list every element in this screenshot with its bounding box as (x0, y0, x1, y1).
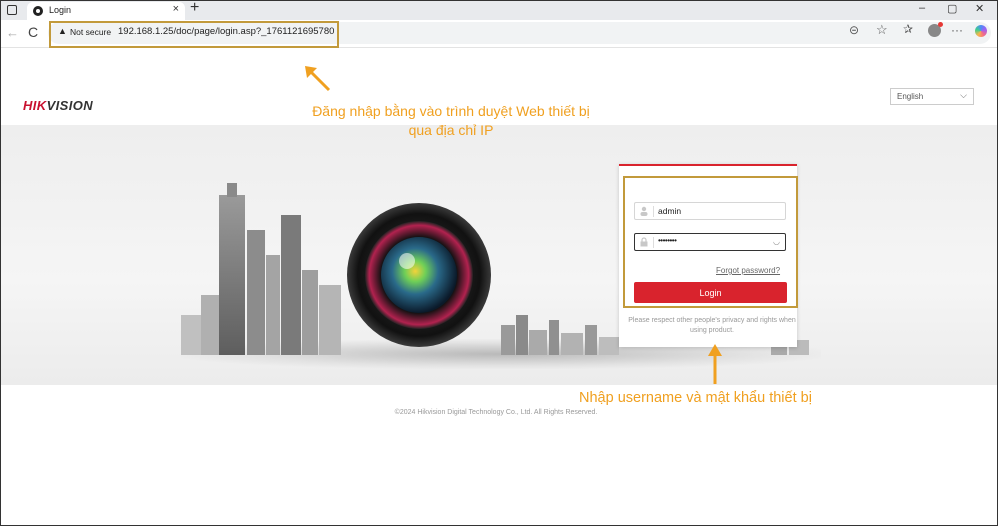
building (201, 295, 219, 355)
close-tab-icon[interactable]: × (173, 3, 179, 15)
chevron-down-icon: ⌵ (960, 90, 967, 100)
restore-button[interactable]: ▢ (947, 2, 957, 15)
annotation-top: Đăng nhập bằng vào trình duyệt Web thiết… (312, 103, 590, 138)
building (281, 215, 301, 355)
password-mask[interactable]: •••••••• (658, 236, 677, 245)
login-button[interactable]: Login (634, 282, 787, 303)
back-button[interactable]: ← (6, 25, 19, 40)
lens-glare (399, 253, 415, 269)
field-separator (653, 206, 654, 217)
field-separator (653, 237, 654, 248)
building (302, 270, 318, 355)
arrow-up-icon (708, 344, 722, 384)
password-field[interactable]: •••••••• ◡ (634, 233, 786, 251)
arrow-up-left-icon (305, 66, 331, 92)
building (561, 333, 583, 355)
favicon-icon (33, 6, 43, 16)
hero-banner (1, 125, 997, 385)
building (549, 320, 559, 355)
username-field[interactable]: admin (634, 202, 786, 220)
building (516, 315, 528, 355)
privacy-notice: Please respect other people's privacy an… (628, 317, 796, 334)
forgot-password-link[interactable]: Forgot password? (716, 266, 780, 275)
tab-actions-icon[interactable] (7, 5, 17, 15)
tab-strip: Login × + – ▢ ✕ (1, 1, 997, 20)
building (319, 285, 341, 355)
building (247, 230, 265, 355)
language-value: English (897, 92, 924, 101)
browser-window: Login × + – ▢ ✕ ← C ▲ Not secure 192.168… (0, 0, 998, 526)
building (181, 315, 201, 355)
building (219, 195, 245, 355)
zoom-icon[interactable]: ⊝ (849, 23, 859, 37)
building (501, 325, 515, 355)
favorite-star-icon[interactable]: ☆ (876, 22, 888, 38)
close-window-button[interactable]: ✕ (975, 2, 984, 15)
more-icon[interactable]: ··· (951, 23, 963, 37)
tab-title: Login (49, 5, 72, 15)
username-value[interactable]: admin (658, 206, 681, 216)
building (599, 337, 619, 355)
hikvision-logo: HIKVISION (23, 98, 93, 113)
copilot-icon[interactable] (975, 25, 987, 37)
logo-part-red: HIK (23, 98, 47, 113)
building (529, 330, 547, 355)
minimize-button[interactable]: – (919, 2, 925, 14)
tab-login[interactable]: Login × (27, 2, 185, 20)
building-top (227, 183, 237, 197)
new-tab-button[interactable]: + (190, 1, 199, 17)
lock-icon (640, 237, 648, 247)
reload-button[interactable]: C (28, 24, 38, 40)
building (585, 325, 597, 355)
eye-closed-icon[interactable]: ◡ (773, 237, 780, 246)
favorites-icon[interactable]: ✰ (903, 22, 913, 36)
logo-part-dark: VISION (46, 98, 94, 113)
footer-copyright: ©2024 Hikvision Digital Technology Co., … (394, 409, 598, 416)
lens-glass (381, 237, 457, 313)
language-select[interactable]: English ⌵ (890, 88, 974, 105)
user-icon (640, 206, 648, 216)
building (266, 255, 280, 355)
annotation-bottom: Nhập username và mật khẩu thiết bị (579, 390, 812, 406)
profile-icon[interactable] (928, 22, 943, 37)
url-highlight-box (49, 21, 339, 48)
